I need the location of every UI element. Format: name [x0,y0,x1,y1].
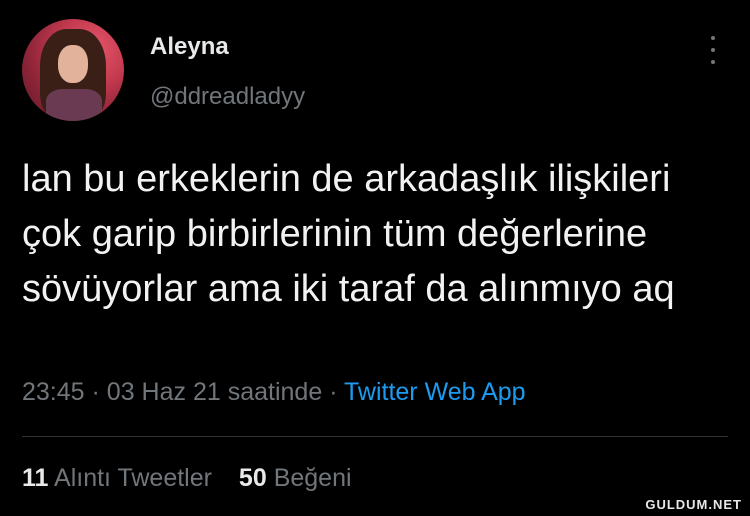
quote-tweets-stat[interactable]: 11 Alıntı Tweetler [22,464,212,492]
likes-count: 50 [238,464,267,492]
tweet-source-link[interactable]: Twitter Web App [344,378,526,406]
author-name[interactable]: Aleyna [150,33,229,61]
divider [22,436,728,437]
meta-separator: · [91,378,100,406]
dot [711,60,715,64]
tweet-time[interactable]: 23:45 [22,378,85,406]
tweet-text: lan bu erkeklerin de arkadaşlık ilişkile… [22,158,675,310]
dot [711,36,715,40]
tweet-meta: 23:45 · 03 Haz 21 saatinde · Twitter Web… [22,378,526,407]
quote-tweets-label: Alıntı Tweetler [54,464,212,492]
dot [711,48,715,52]
meta-separator: · [329,378,338,406]
tweet-stats: 11 Alıntı Tweetler 50 Beğeni [22,464,372,493]
likes-stat[interactable]: 50 Beğeni [239,464,352,492]
avatar-face [58,45,88,83]
author-handle[interactable]: @ddreadladyy [150,83,305,111]
more-options-icon[interactable] [706,36,720,64]
avatar[interactable] [22,19,124,121]
tweet-date[interactable]: 03 Haz 21 saatinde [107,378,322,406]
quote-tweets-count: 11 [22,464,49,492]
avatar-clothing [46,89,102,121]
likes-label: Beğeni [273,464,352,492]
watermark: GULDUM.NET [645,497,742,512]
